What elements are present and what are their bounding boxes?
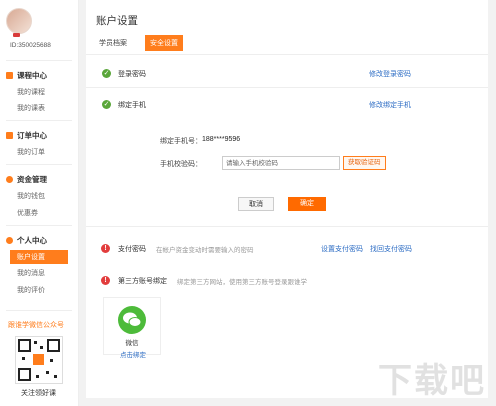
- logo-icon: [33, 354, 44, 365]
- wechat-bind-card[interactable]: 微信: [103, 297, 161, 355]
- divider: [6, 164, 72, 165]
- wechat-label: 微信: [125, 340, 139, 347]
- watermark-logo: 下载吧: [378, 362, 486, 400]
- sidebar-item-my-schedule[interactable]: 我的课表: [17, 103, 45, 113]
- change-bind-phone-link[interactable]: 修改绑定手机: [369, 100, 411, 110]
- divider: [6, 60, 72, 61]
- bind-wechat-link[interactable]: 点击绑定: [120, 349, 146, 359]
- tab-student-profile[interactable]: 学员档案: [94, 35, 132, 51]
- change-login-password-link[interactable]: 修改登录密码: [369, 69, 411, 79]
- coin-icon: [6, 176, 13, 183]
- phone-number-label: 绑定手机号：: [160, 138, 202, 145]
- warning-icon: !: [101, 244, 110, 253]
- sidebar-item-account-settings[interactable]: 账户设置: [10, 250, 68, 264]
- pay-password-hint: 在帐户资金变动时需要输入的密码: [156, 247, 254, 254]
- divider: [6, 225, 72, 226]
- phone-number-value: 188****9596: [202, 136, 241, 143]
- order-icon: [6, 132, 13, 139]
- divider: [86, 54, 488, 55]
- bind-phone-label: 绑定手机: [118, 102, 146, 109]
- sidebar: ID:350025688 课程中心 我的课程 我的课表 订单中心 我的订单 资金…: [0, 0, 79, 406]
- verification-code-label: 手机校验码：: [160, 161, 202, 168]
- flag-icon: [13, 33, 20, 37]
- set-pay-password-link[interactable]: 设置支付密码: [321, 244, 363, 254]
- recover-pay-password-link[interactable]: 找回支付密码: [370, 244, 412, 254]
- wechat-icon: [118, 306, 146, 334]
- sidebar-item-wallet[interactable]: 我的钱包: [17, 191, 45, 201]
- section-personal-center: 个人中心: [6, 235, 47, 246]
- get-code-button[interactable]: 获取验证码: [343, 156, 386, 170]
- sidebar-item-coupons[interactable]: 优惠券: [17, 208, 38, 218]
- check-icon: ✓: [102, 69, 111, 78]
- cancel-button[interactable]: 取消: [238, 197, 274, 211]
- divider: [6, 310, 72, 311]
- sidebar-item-my-courses[interactable]: 我的课程: [17, 87, 45, 97]
- follow-text: 关注领好课: [21, 390, 56, 397]
- sidebar-item-reviews[interactable]: 我的评价: [17, 285, 45, 295]
- sidebar-item-messages[interactable]: 我的消息: [17, 268, 45, 278]
- wechat-account-title: 跟谁学微信公众号: [8, 322, 64, 329]
- avatar[interactable]: [6, 8, 32, 34]
- user-icon: [6, 237, 13, 244]
- divider: [86, 226, 488, 227]
- third-party-hint: 绑定第三方网站，使用第三方账号登录跟谁学: [177, 279, 307, 286]
- verification-code-input[interactable]: 请输入手机校验码: [222, 156, 340, 170]
- qr-code: [15, 336, 63, 384]
- tab-security-settings[interactable]: 安全设置: [145, 35, 183, 51]
- section-order-center: 订单中心: [6, 130, 47, 141]
- book-icon: [6, 72, 13, 79]
- divider: [86, 87, 488, 88]
- pay-password-label: 支付密码: [118, 246, 146, 253]
- divider: [6, 120, 72, 121]
- confirm-button[interactable]: 确定: [288, 197, 326, 211]
- user-id: ID:350025688: [10, 42, 51, 49]
- section-funds: 资金管理: [6, 174, 47, 185]
- page-title: 账户设置: [96, 15, 138, 27]
- sidebar-item-my-orders[interactable]: 我的订单: [17, 147, 45, 157]
- main-panel: 账户设置 学员档案 安全设置 ✓ 登录密码 修改登录密码 ✓ 绑定手机 修改绑定…: [86, 0, 488, 398]
- login-password-label: 登录密码: [118, 71, 146, 78]
- warning-icon: !: [101, 276, 110, 285]
- third-party-label: 第三方账号绑定: [118, 278, 167, 285]
- section-course-center: 课程中心: [6, 70, 47, 81]
- check-icon: ✓: [102, 100, 111, 109]
